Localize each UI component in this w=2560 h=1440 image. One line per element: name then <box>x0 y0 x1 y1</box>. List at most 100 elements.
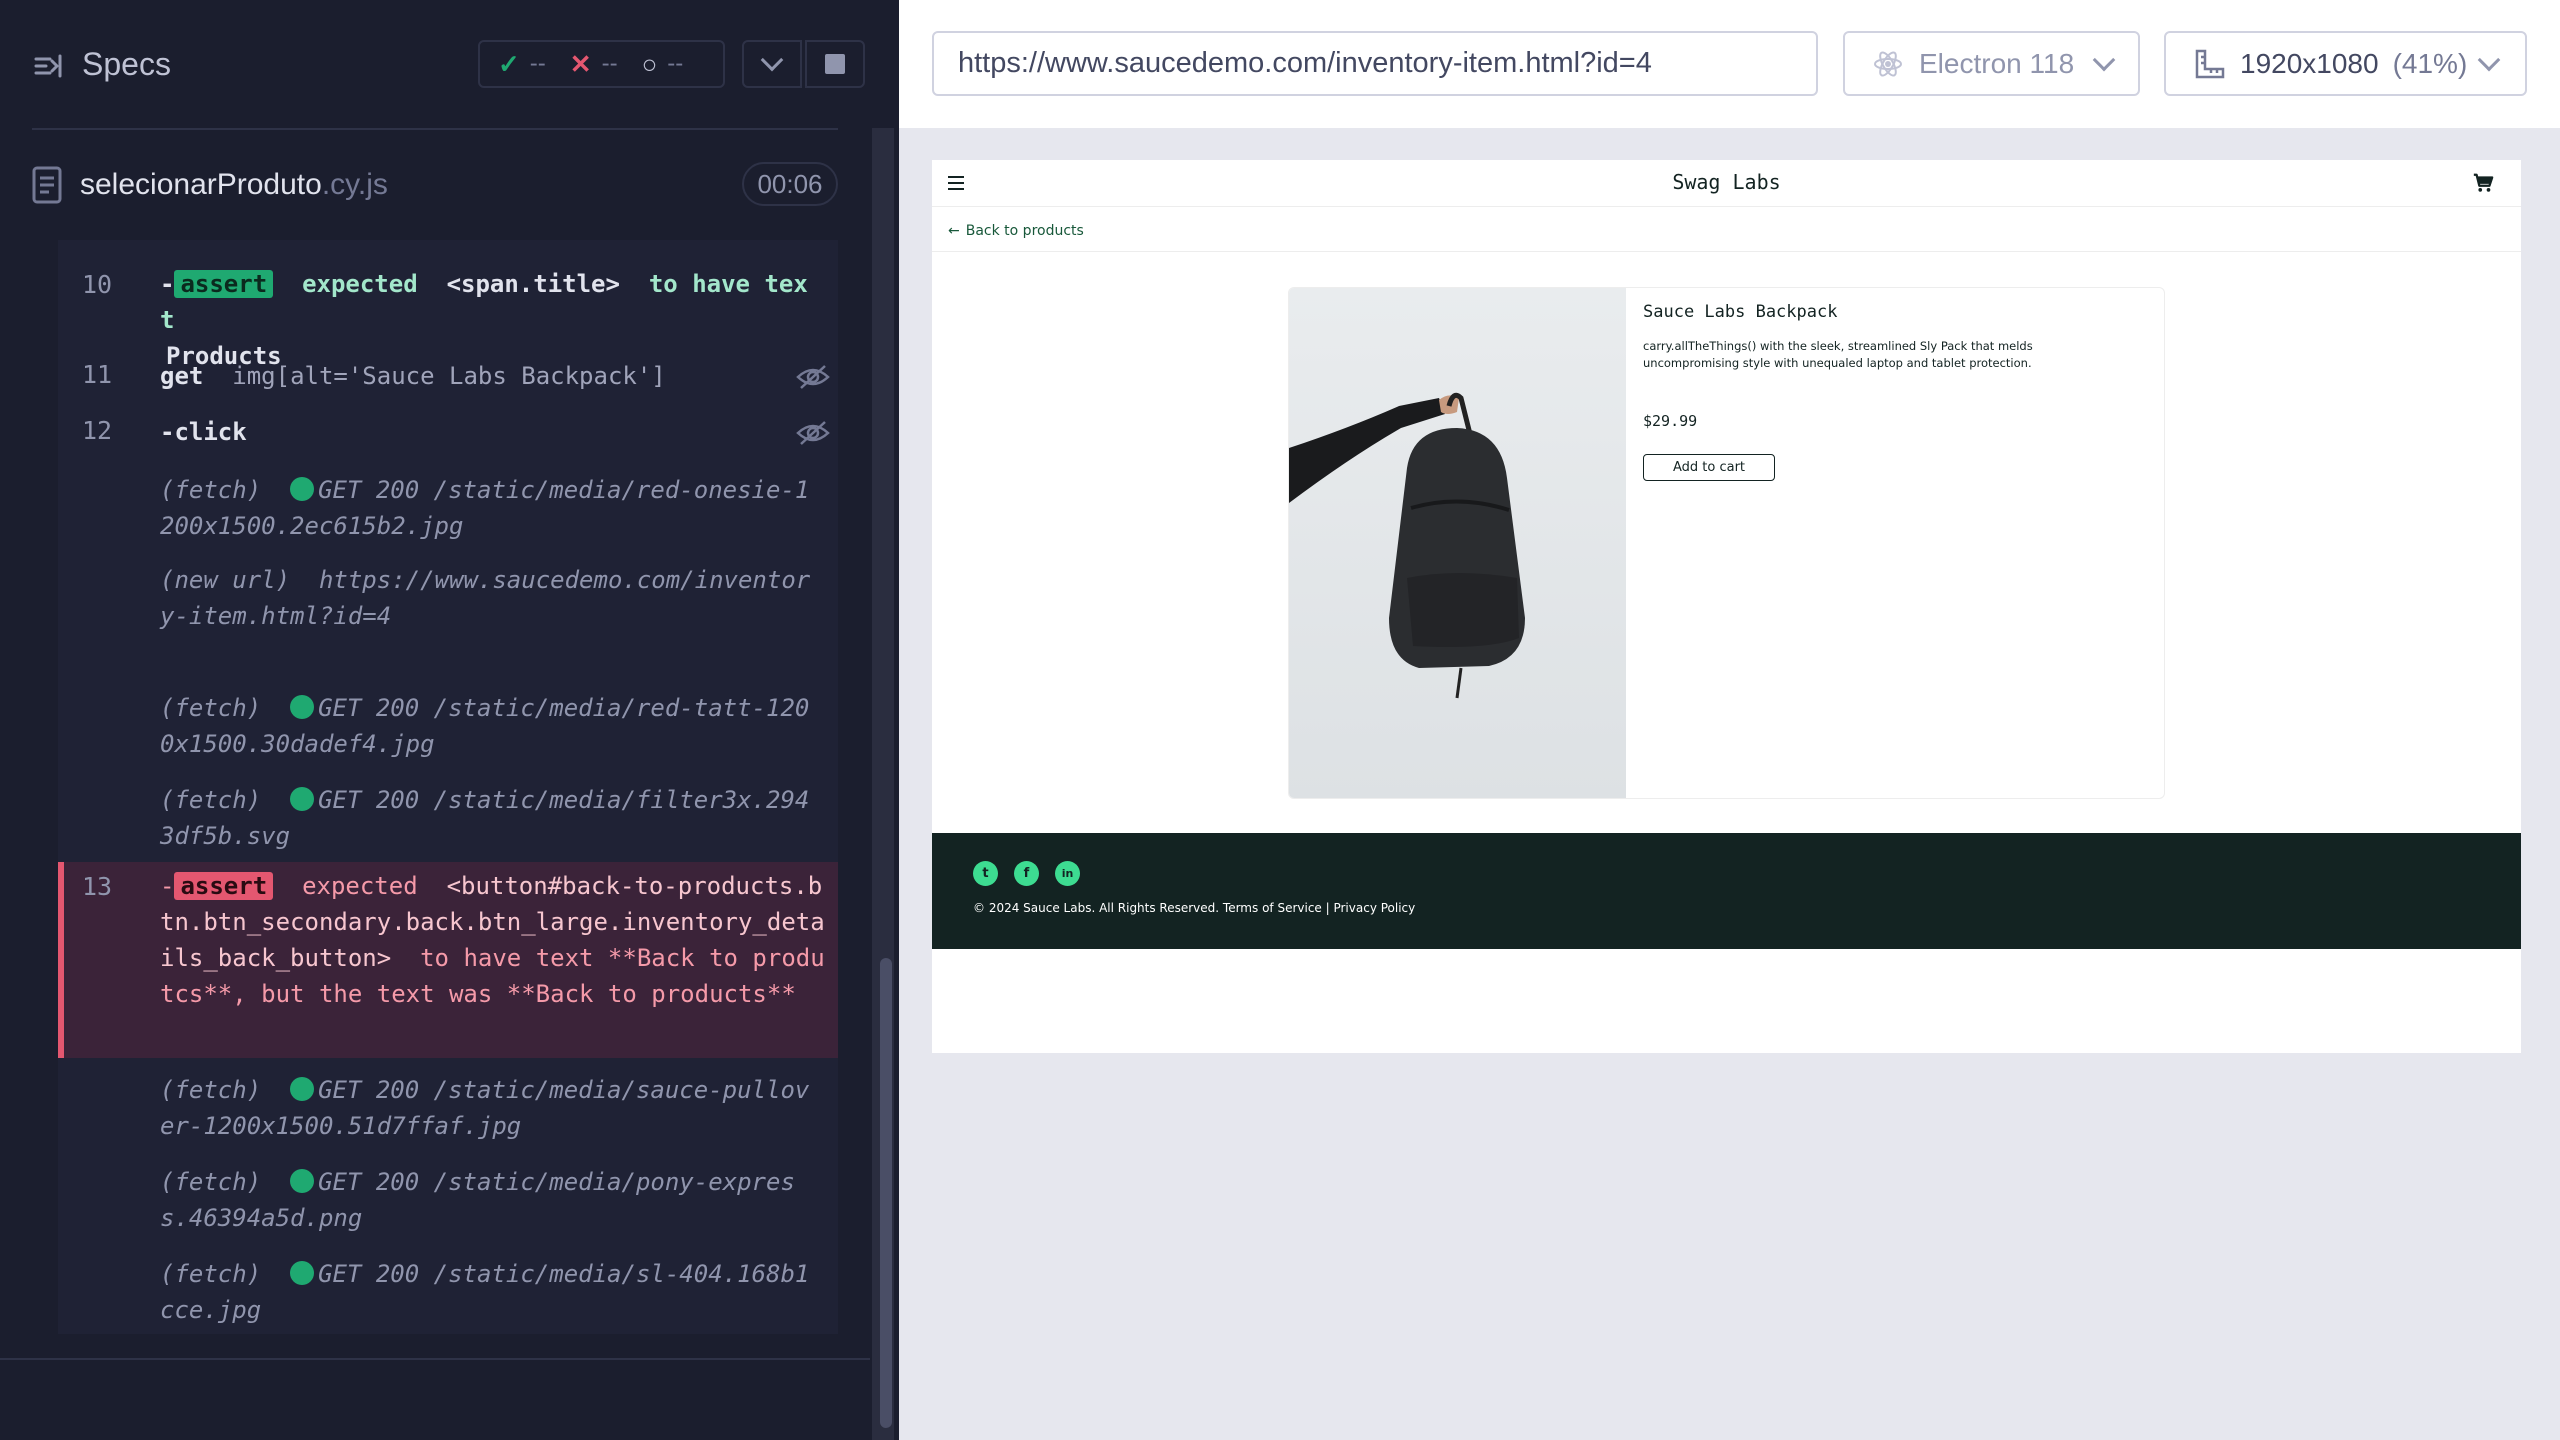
back-to-products-button[interactable]: ← Back to products <box>948 223 1084 239</box>
cross-icon: ✕ <box>569 48 592 79</box>
product-details-card: Sauce Labs Backpack carry.allTheThings()… <box>1288 287 2165 799</box>
command-number: 13 <box>82 872 113 901</box>
electron-icon <box>1874 50 1902 77</box>
viewport-selector[interactable]: 1920x1080 (41%) <box>2164 31 2527 96</box>
new-url-row[interactable]: (new url) https://www.saucedemo.com/inve… <box>58 562 838 674</box>
fetch-row[interactable]: (fetch) GET 200 /static/media/red-onesie… <box>58 472 838 548</box>
ruler-icon <box>2195 49 2225 78</box>
assert-subject: <span.title> <box>446 270 620 298</box>
footer-copyright: © 2024 Sauce Labs. All Rights Reserved. … <box>973 901 1416 915</box>
arrow-left-icon: ← <box>948 223 960 239</box>
browser-selector[interactable]: Electron 118 <box>1843 31 2140 96</box>
product-name: Sauce Labs Backpack <box>1643 302 1838 322</box>
command-name: -click <box>160 418 247 446</box>
spec-row: selecionarProduto.cy.js 00:06 <box>0 140 899 240</box>
command-message: img[alt='Sauce Labs Backpack'] <box>232 362 666 390</box>
status-dot-icon <box>290 695 315 719</box>
fetch-label: (fetch) <box>160 694 262 722</box>
assert-badge: assert <box>174 872 274 900</box>
failed-stat: ✕ -- <box>570 49 618 80</box>
assert-badge: assert <box>174 270 274 298</box>
cut-off-command <box>58 240 838 244</box>
reporter-panel: Specs ✓ -- ✕ -- ○ -- selecionarProduto.c… <box>0 0 899 1440</box>
command-row[interactable]: 12 -click <box>58 414 838 454</box>
fetch-label: (fetch) <box>160 1168 262 1196</box>
file-icon <box>32 166 62 204</box>
product-image <box>1289 288 1626 798</box>
status-dot-icon <box>290 477 315 501</box>
command-number: 12 <box>82 416 113 445</box>
passed-count: -- <box>529 50 546 77</box>
secondary-header: ← Back to products <box>932 207 2521 252</box>
test-stats: ✓ -- ✕ -- ○ -- <box>478 40 725 88</box>
fetch-label: (fetch) <box>160 1076 262 1104</box>
failed-command-row[interactable]: 13 - assert expected <button#back-to-prod… <box>58 862 838 1058</box>
chevron-down-icon <box>760 48 784 72</box>
aut-toolbar: https://www.saucedemo.com/inventory-item… <box>899 0 2560 128</box>
pending-stat: ○ -- <box>642 49 684 80</box>
assert-expected: expected <box>302 270 418 298</box>
fetch-row[interactable]: (fetch) GET 200 /static/media/sauce-pull… <box>58 1072 838 1148</box>
spinner-icon: ○ <box>641 48 658 79</box>
command-row[interactable]: 10 - assert expected <span.title> to have… <box>58 266 838 370</box>
fetch-row[interactable]: (fetch) GET 200 /static/media/filter3x.2… <box>58 782 838 858</box>
add-to-cart-button[interactable]: Add to cart <box>1643 454 1775 481</box>
status-dot-icon <box>290 1169 315 1193</box>
app-header: Swag Labs <box>932 160 2521 207</box>
aut-url-field[interactable]: https://www.saucedemo.com/inventory-item… <box>932 31 1818 96</box>
shopping-cart-icon[interactable] <box>2472 172 2494 194</box>
pending-count: -- <box>667 50 684 77</box>
specs-label[interactable]: Specs <box>82 46 171 83</box>
spec-extension: .cy.js <box>321 168 388 201</box>
linkedin-icon[interactable]: in <box>1055 861 1080 886</box>
new-url-label: (new url) <box>160 566 291 594</box>
passed-stat: ✓ -- <box>498 49 546 80</box>
chevron-down-icon <box>2092 48 2116 71</box>
aut-panel: https://www.saucedemo.com/inventory-item… <box>899 0 2560 1440</box>
status-dot-icon <box>290 1261 315 1285</box>
app-under-test: Swag Labs ← Back to products Sauce Labs … <box>932 160 2521 1053</box>
collapse-all-button[interactable] <box>742 40 802 88</box>
fetch-row[interactable]: (fetch) GET 200 /static/media/pony-expre… <box>58 1164 838 1240</box>
command-number: 11 <box>82 360 113 389</box>
product-info: Sauce Labs Backpack carry.allTheThings()… <box>1643 302 2163 481</box>
command-number: 10 <box>82 270 113 299</box>
back-link-label: Back to products <box>965 223 1084 239</box>
scrollbar-thumb[interactable] <box>880 958 892 1428</box>
command-name: get <box>160 362 204 390</box>
facebook-icon[interactable]: f <box>1014 861 1039 886</box>
assert-expected: expected <box>302 872 418 900</box>
app-logo: Swag Labs <box>1672 170 1781 194</box>
status-dot-icon <box>290 787 315 811</box>
product-description: carry.allTheThings() with the sleek, str… <box>1643 339 2033 370</box>
chevron-down-icon <box>2477 48 2501 71</box>
product-price: $29.99 <box>1643 412 1698 430</box>
twitter-icon[interactable]: t <box>973 861 998 886</box>
fetch-label: (fetch) <box>160 1260 262 1288</box>
header-divider <box>32 128 838 130</box>
specs-list-toggle-icon[interactable] <box>32 50 64 82</box>
fetch-label: (fetch) <box>160 786 262 814</box>
spec-filename[interactable]: selecionarProduto.cy.js <box>80 168 388 202</box>
status-dot-icon <box>290 1077 315 1101</box>
command-log: 10 - assert expected <span.title> to have… <box>58 240 838 1334</box>
spec-duration: 00:06 <box>742 162 838 206</box>
viewport-scale: (41%) <box>2392 47 2468 79</box>
failed-count: -- <box>601 50 618 77</box>
reporter-header: Specs ✓ -- ✕ -- ○ -- <box>0 0 899 130</box>
fetch-row[interactable]: (fetch) GET 200 /static/media/sl-404.168… <box>58 1256 838 1332</box>
viewport-size: 1920x1080 <box>2240 47 2379 79</box>
browser-label: Electron 118 <box>1919 47 2075 79</box>
spec-name: selecionarProduto <box>80 168 322 201</box>
command-row[interactable]: 11 get img[alt='Sauce Labs Backpack'] <box>58 358 838 398</box>
stop-button[interactable] <box>805 40 865 88</box>
eye-slash-icon[interactable] <box>796 420 830 446</box>
backpack-photo <box>1289 392 1525 699</box>
stop-icon <box>825 54 845 74</box>
footer-divider <box>0 1358 870 1360</box>
fetch-row[interactable]: (fetch) GET 200 /static/media/red-tatt-1… <box>58 690 838 766</box>
fetch-label: (fetch) <box>160 476 262 504</box>
eye-slash-icon[interactable] <box>796 364 830 390</box>
check-icon: ✓ <box>498 48 520 79</box>
app-footer: t f in © 2024 Sauce Labs. All Rights Res… <box>932 833 2521 949</box>
